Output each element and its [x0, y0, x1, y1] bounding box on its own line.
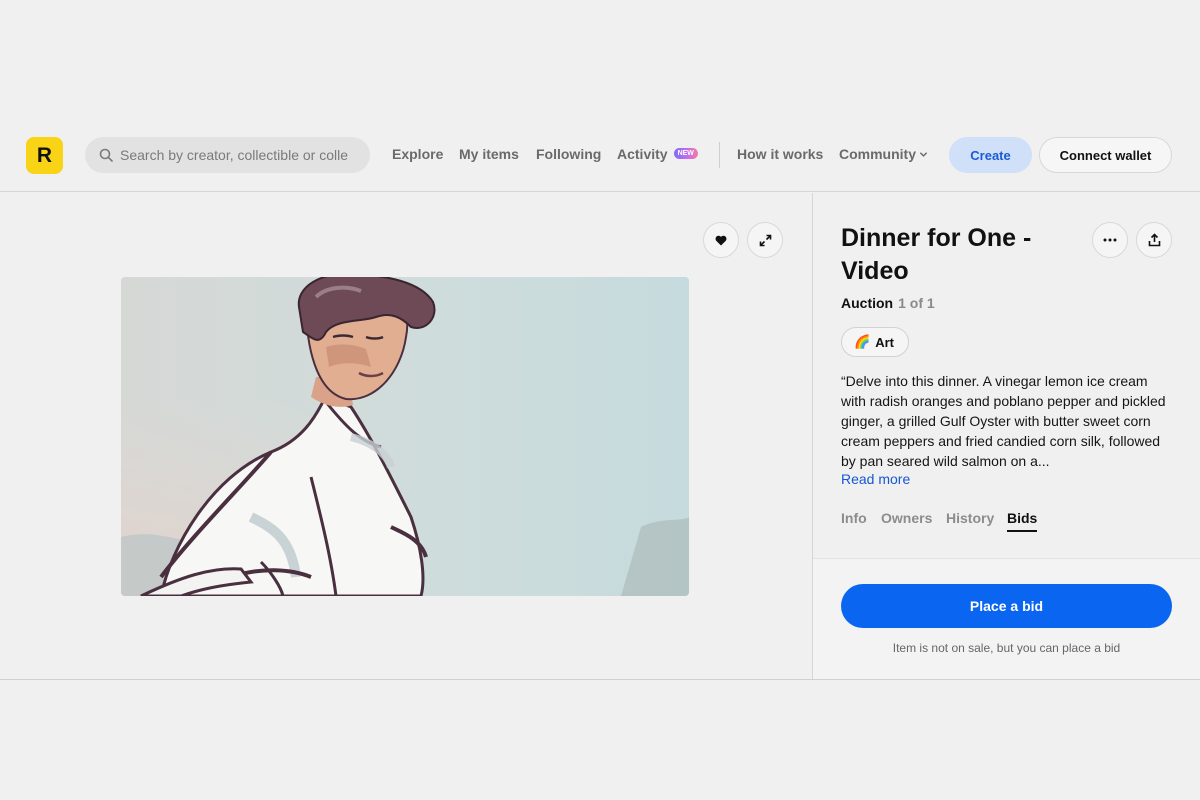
- content-bottom-border: [0, 679, 1200, 680]
- sale-info: Auction 1 of 1: [841, 295, 935, 311]
- search-bar[interactable]: [85, 137, 370, 173]
- nav-activity-label: Activity: [617, 146, 668, 162]
- bid-note: Item is not on sale, but you can place a…: [892, 641, 1121, 655]
- nav-activity[interactable]: Activity NEW: [617, 146, 698, 162]
- edition-count: 1 of 1: [898, 295, 935, 311]
- new-badge: NEW: [673, 147, 698, 159]
- nav-community-label: Community: [839, 146, 916, 162]
- tab-bids[interactable]: Bids: [1007, 510, 1038, 532]
- item-description: “Delve into this dinner. A vinegar lemon…: [841, 373, 1166, 469]
- create-button[interactable]: Create: [949, 137, 1032, 173]
- category-tag-art[interactable]: 🌈 Art: [841, 327, 909, 357]
- more-icon: [1103, 238, 1117, 242]
- logo-letter: R: [36, 143, 53, 167]
- nav-community[interactable]: Community: [839, 146, 928, 162]
- more-options-button[interactable]: [1092, 222, 1128, 258]
- nav-following[interactable]: Following: [536, 146, 601, 162]
- fullscreen-button[interactable]: [747, 222, 783, 258]
- nav-my-items[interactable]: My items: [459, 146, 519, 162]
- category-tag-label: Art: [875, 334, 894, 350]
- nav-how-it-works[interactable]: How it works: [737, 146, 823, 162]
- rarible-logo[interactable]: R: [26, 137, 63, 174]
- heart-icon: [715, 235, 727, 245]
- share-icon: [1148, 233, 1160, 247]
- tab-history[interactable]: History: [946, 510, 994, 526]
- sale-type: Auction: [841, 295, 894, 311]
- connect-wallet-button[interactable]: Connect wallet: [1039, 137, 1172, 173]
- place-bid-button[interactable]: Place a bid: [841, 584, 1172, 628]
- tab-owners[interactable]: Owners: [881, 510, 932, 526]
- rainbow-icon: 🌈: [854, 334, 871, 349]
- nav-explore[interactable]: Explore: [392, 146, 443, 162]
- nav-divider: [719, 142, 720, 168]
- search-input[interactable]: [120, 147, 360, 163]
- share-button[interactable]: [1136, 222, 1172, 258]
- artwork-image[interactable]: [121, 277, 689, 596]
- read-more-link[interactable]: Read more: [841, 471, 910, 487]
- search-icon: [99, 148, 113, 162]
- tab-info[interactable]: Info: [841, 510, 867, 526]
- top-navigation-bar: R Explore My items Following Activity NEW…: [0, 120, 1200, 192]
- item-title: Dinner for One - Video: [841, 224, 1032, 285]
- expand-icon: [759, 234, 771, 246]
- artwork-illustration: [121, 277, 689, 596]
- favorite-button[interactable]: [703, 222, 739, 258]
- chevron-down-icon: [919, 151, 928, 157]
